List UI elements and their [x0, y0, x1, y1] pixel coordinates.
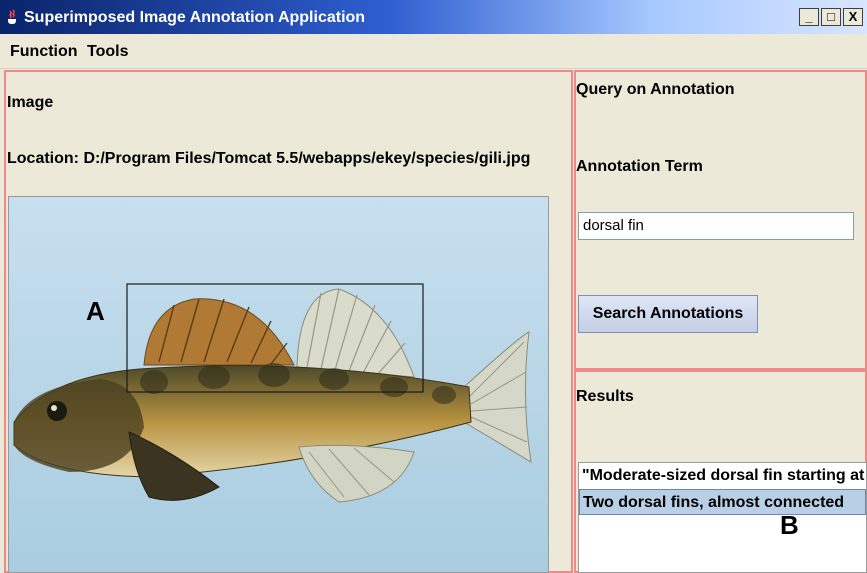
list-item-selected[interactable]: Two dorsal fins, almost connected: [579, 489, 866, 515]
query-heading: Query on Annotation: [576, 81, 735, 98]
list-item[interactable]: "Moderate-sized dorsal fin starting at t…: [579, 463, 866, 489]
annotation-term-input[interactable]: dorsal fin: [578, 212, 854, 240]
marker-a: A: [86, 296, 105, 326]
term-label: Annotation Term: [576, 158, 703, 175]
image-location: Location: D:/Program Files/Tomcat 5.5/we…: [7, 150, 531, 167]
window-controls: _ □ X: [799, 8, 863, 26]
title-bar[interactable]: Superimposed Image Annotation Applicatio…: [0, 0, 867, 34]
minimize-button[interactable]: _: [799, 8, 819, 26]
close-button[interactable]: X: [843, 8, 863, 26]
annotated-image[interactable]: [8, 196, 549, 573]
results-list[interactable]: "Moderate-sized dorsal fin starting at t…: [578, 462, 867, 573]
image-heading: Image: [7, 94, 54, 111]
marker-b: B: [780, 510, 799, 540]
java-cup-icon: [8, 9, 16, 24]
window-title: Superimposed Image Annotation Applicatio…: [24, 9, 366, 26]
maximize-button[interactable]: □: [821, 8, 841, 26]
menu-function[interactable]: Function: [10, 43, 78, 61]
fish-photo: [9, 197, 548, 572]
menu-bar: Function Tools: [0, 34, 867, 69]
menu-tools[interactable]: Tools: [87, 43, 128, 61]
results-heading: Results: [576, 388, 634, 405]
search-annotations-button[interactable]: Search Annotations: [578, 295, 758, 333]
